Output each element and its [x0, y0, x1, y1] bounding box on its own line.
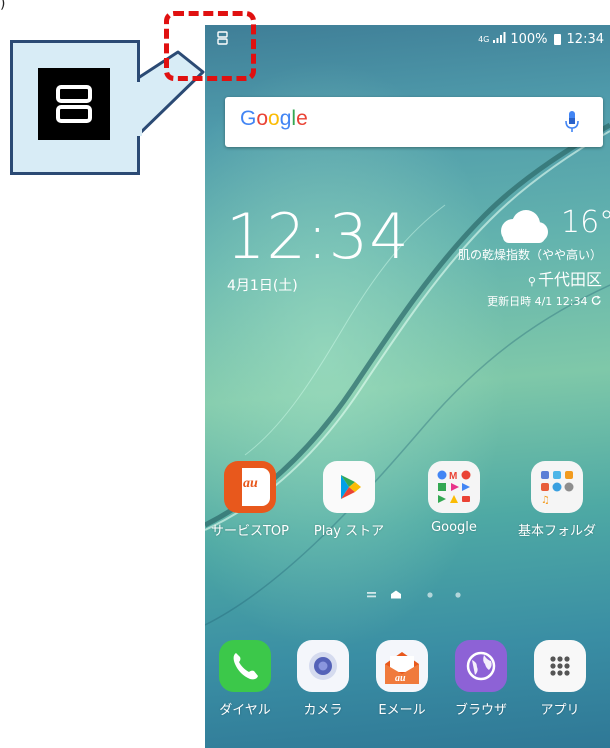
app-google-folder[interactable]: M Google — [404, 461, 504, 535]
google-folder-icon: M — [428, 461, 480, 513]
battery-percent: 100% — [510, 32, 548, 47]
dock-apps[interactable]: アプリ — [510, 640, 610, 718]
au-service-icon: au — [224, 461, 276, 513]
basic-folder-icon: ♫ — [531, 461, 583, 513]
skin-dryness-index: 肌の乾燥指数（やや高い） — [457, 248, 602, 262]
app-service-top[interactable]: au サービスTOP — [205, 461, 300, 539]
google-logo-letter: e — [296, 107, 308, 130]
page-dot — [427, 592, 433, 598]
app-label: Play ストア — [313, 524, 385, 539]
mic-icon[interactable] — [565, 110, 579, 138]
app-play-store[interactable]: Play ストア — [299, 461, 399, 539]
svg-text:au: au — [395, 673, 406, 684]
phone-icon — [219, 640, 271, 692]
battery-icon — [553, 34, 561, 45]
widget-clock[interactable]: 12:34 — [226, 202, 410, 272]
callout-box — [10, 40, 140, 175]
location-name: 千代田区 — [537, 270, 602, 289]
google-logo: Google — [240, 107, 308, 131]
page-indicator[interactable] — [355, 589, 475, 601]
app-basic-folder[interactable]: ♫ 基本フォルダ — [507, 461, 607, 539]
widget-updated[interactable]: 更新日時 4/1 12:34 — [487, 293, 602, 309]
widget-location: ⚲ 千代田区 — [528, 266, 602, 290]
app-label: アプリ — [540, 703, 580, 718]
google-logo-letter: o — [256, 107, 269, 130]
page-menu-icon — [367, 592, 376, 594]
google-search-bar[interactable]: Google — [225, 97, 603, 147]
status-time: 12:34 — [566, 32, 604, 47]
updated-text: 更新日時 4/1 12:34 — [487, 295, 588, 308]
svg-text:♫: ♫ — [541, 495, 550, 506]
home-app-row: au サービスTOP Play ストア M Google ♫ 基本フォルダ — [205, 461, 610, 551]
svg-text:M: M — [449, 471, 457, 482]
status-bar: 4G 100% 12:34 — [205, 25, 610, 55]
app-label: 基本フォルダ — [517, 524, 596, 539]
highlight-box — [164, 11, 256, 81]
apps-grid-icon — [534, 640, 586, 692]
refresh-icon[interactable] — [591, 295, 602, 308]
widget-date: 4月1日(土) — [227, 278, 298, 294]
browser-icon — [455, 640, 507, 692]
widget-temperature: 16° — [561, 205, 610, 240]
google-logo-letter: o — [268, 107, 280, 130]
app-label: サービスTOP — [210, 524, 289, 539]
app-label: Google — [431, 520, 477, 535]
dock: ダイヤル カメラ au Eメール ブラウザ アプリ — [205, 640, 610, 730]
callout-joint — [134, 82, 142, 136]
cloud-icon — [493, 207, 551, 249]
camera-icon — [297, 640, 349, 692]
home-page-icon — [391, 590, 401, 599]
google-logo-letter: G — [240, 107, 257, 130]
signal-icon — [493, 32, 506, 47]
corner-mark: ) — [0, 0, 6, 12]
network-type: 4G — [478, 34, 490, 44]
page-dot — [455, 592, 461, 598]
google-logo-letter: g — [279, 107, 292, 130]
location-pin-icon: ⚲ — [527, 275, 536, 288]
email-icon: au — [376, 640, 428, 692]
split-screen-icon — [38, 68, 110, 140]
phone-screen: 4G 100% 12:34 Google 12:34 4月1日(土) 16° 肌… — [205, 25, 610, 748]
play-store-icon — [323, 461, 375, 513]
